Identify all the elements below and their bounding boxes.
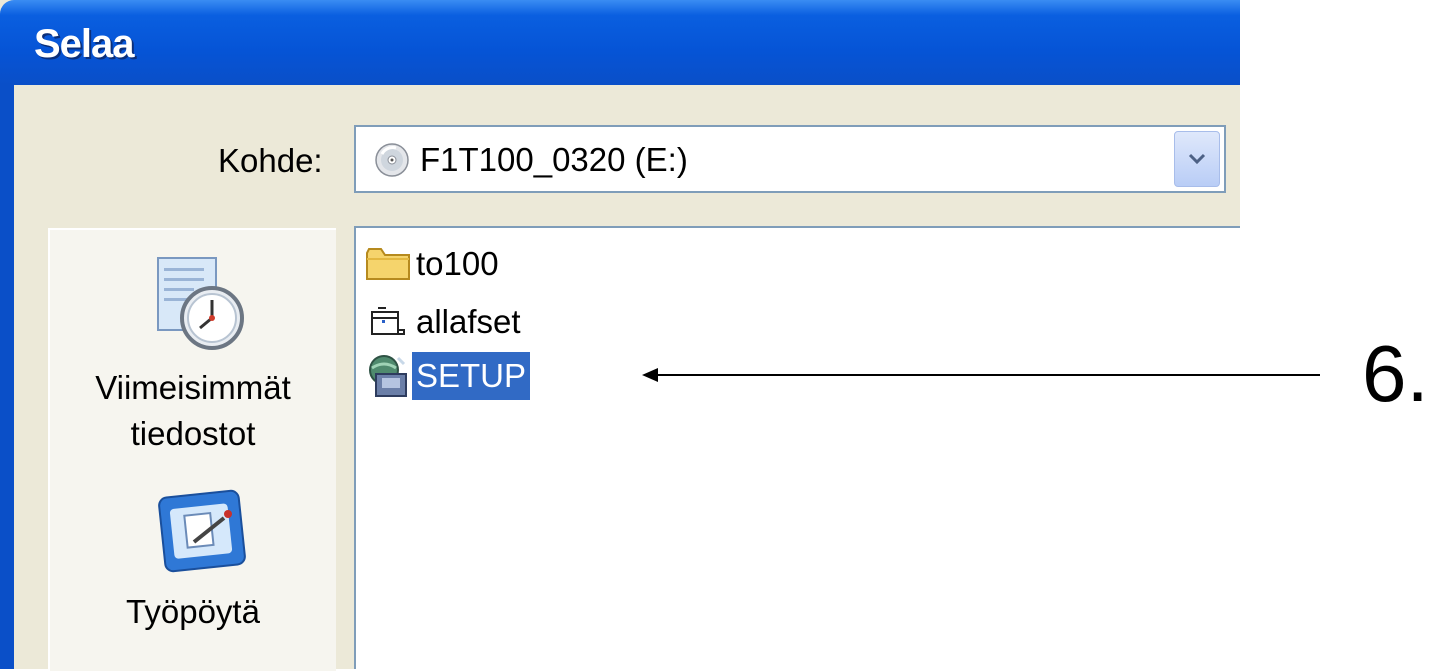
place-desktop[interactable]: Työpöytä [50, 484, 336, 635]
step-number: 6. [1362, 329, 1429, 418]
desktop-icon [158, 489, 246, 573]
place-label: Työpöytä [126, 593, 260, 630]
file-name: allafset [416, 303, 521, 340]
annotation-arrow [642, 368, 1320, 382]
file-list[interactable]: to100 allafset SETUP [354, 226, 1240, 669]
dropdown-button[interactable] [1174, 131, 1220, 187]
look-in-dropdown[interactable]: F1T100_0320 (E:) [354, 125, 1226, 193]
look-in-label: Kohde: [218, 142, 323, 179]
title-bar[interactable]: Selaa [0, 0, 1240, 85]
list-item-to100[interactable]: to100 [364, 240, 503, 288]
folder-icon [364, 242, 412, 286]
list-item-setup[interactable]: SETUP [364, 352, 531, 400]
list-item-allafset[interactable]: allafset [364, 298, 525, 346]
places-bar: Viimeisimmät tiedostot Työpöytä [48, 228, 336, 671]
file-name: to100 [416, 245, 499, 282]
place-label-line2: tiedostot [130, 415, 256, 452]
cd-drive-icon [375, 143, 409, 177]
setup-program-icon [364, 354, 412, 398]
file-name: SETUP [412, 352, 531, 400]
setup-folder-icon [364, 300, 412, 344]
chevron-down-icon [1188, 153, 1206, 165]
browse-dialog: Selaa Kohde: F1T100_0320 (E:) Viimeisimm… [0, 0, 1240, 671]
place-recent-documents[interactable]: Viimeisimmät tiedostot [50, 250, 336, 457]
recent-documents-icon [157, 257, 244, 350]
window-border [0, 85, 14, 669]
place-label-line1: Viimeisimmät [95, 369, 291, 406]
window-title: Selaa [34, 22, 135, 66]
look-in-value: F1T100_0320 (E:) [420, 141, 688, 178]
